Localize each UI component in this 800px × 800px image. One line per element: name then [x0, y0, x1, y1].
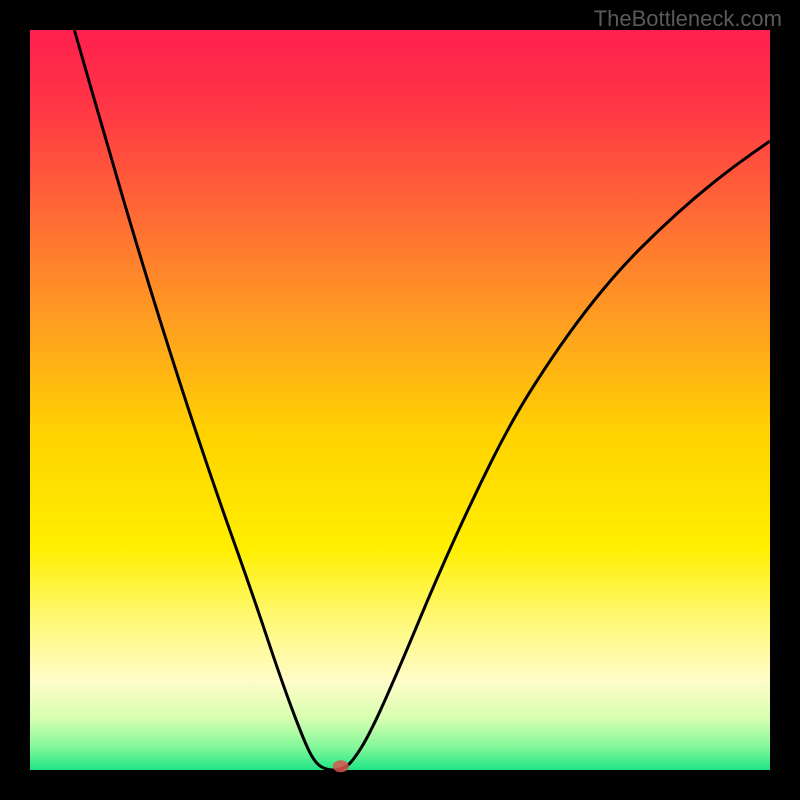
chart-svg [0, 0, 800, 800]
watermark-text: TheBottleneck.com [594, 6, 782, 32]
bottleneck-chart: TheBottleneck.com [0, 0, 800, 800]
plot-area [30, 30, 770, 770]
optimal-point-marker [333, 760, 349, 772]
